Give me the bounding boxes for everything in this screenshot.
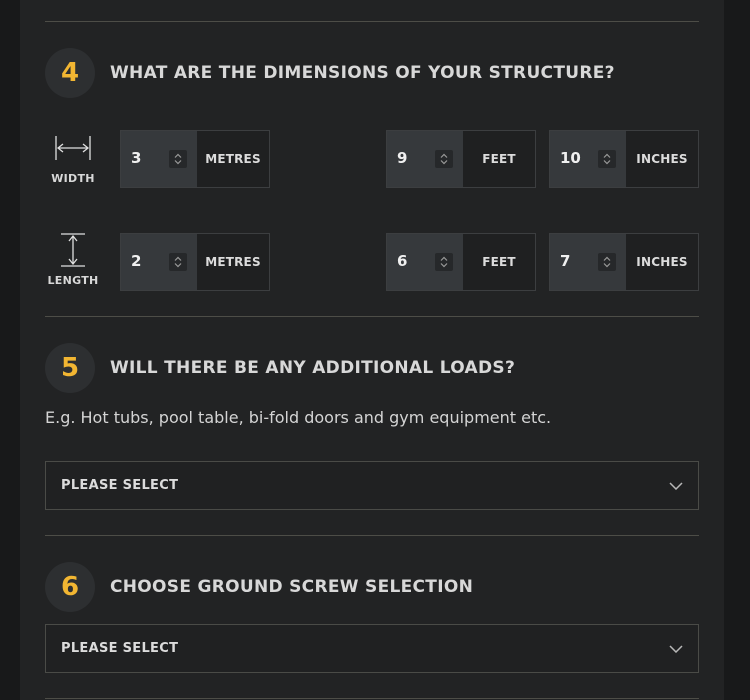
length-feet-unit: FEET: [463, 234, 535, 290]
length-metres-input[interactable]: 2: [121, 234, 197, 290]
spinner-icon[interactable]: [169, 150, 187, 168]
length-feet-value: 6: [397, 252, 408, 270]
vertical-arrow-icon: [61, 233, 85, 267]
length-metres-unit: METRES: [197, 234, 269, 290]
width-feet-input[interactable]: 9: [387, 131, 463, 187]
width-inches-input[interactable]: 10: [550, 131, 626, 187]
length-inches-input[interactable]: 7: [550, 234, 626, 290]
width-feet-value: 9: [397, 149, 408, 167]
divider: [45, 535, 699, 536]
length-metres-group: 2 METRES: [120, 233, 270, 291]
width-inches-value: 10: [560, 149, 581, 167]
length-inches-unit: INCHES: [626, 234, 698, 290]
step-number: 4: [45, 48, 95, 98]
width-feet-unit: FEET: [463, 131, 535, 187]
divider: [45, 21, 699, 22]
width-label: WIDTH: [51, 172, 95, 185]
spinner-icon[interactable]: [598, 253, 616, 271]
chevron-down-icon: [669, 644, 683, 653]
spinner-icon[interactable]: [598, 150, 616, 168]
horizontal-arrow-icon: [55, 136, 91, 160]
ground-screw-select-value: PLEASE SELECT: [61, 641, 179, 656]
width-inches-unit: INCHES: [626, 131, 698, 187]
width-feet-group: 9 FEET: [386, 130, 536, 188]
length-inches-group: 7 INCHES: [549, 233, 699, 291]
loads-select-value: PLEASE SELECT: [61, 478, 179, 493]
step-loads-header: 5 WILL THERE BE ANY ADDITIONAL LOADS?: [45, 343, 515, 393]
divider: [45, 316, 699, 317]
chevron-down-icon: [669, 481, 683, 490]
width-metres-value: 3: [131, 149, 142, 167]
ground-screw-select[interactable]: PLEASE SELECT: [45, 624, 699, 673]
loads-hint: E.g. Hot tubs, pool table, bi-fold doors…: [45, 408, 552, 427]
step-number: 6: [45, 562, 95, 612]
step-title: CHOOSE GROUND SCREW SELECTION: [110, 577, 474, 597]
width-indicator: WIDTH: [43, 134, 103, 185]
step-title: WILL THERE BE ANY ADDITIONAL LOADS?: [110, 358, 516, 378]
length-feet-input[interactable]: 6: [387, 234, 463, 290]
length-inches-value: 7: [560, 252, 571, 270]
divider: [45, 698, 699, 699]
step-dimensions-header: 4 WHAT ARE THE DIMENSIONS OF YOUR STRUCT…: [45, 48, 615, 98]
spinner-icon[interactable]: [435, 253, 453, 271]
step-title: WHAT ARE THE DIMENSIONS OF YOUR STRUCTUR…: [110, 63, 615, 83]
width-metres-group: 3 METRES: [120, 130, 270, 188]
width-inches-group: 10 INCHES: [549, 130, 699, 188]
width-metres-input[interactable]: 3: [121, 131, 197, 187]
length-metres-value: 2: [131, 252, 142, 270]
step-number: 5: [45, 343, 95, 393]
length-feet-group: 6 FEET: [386, 233, 536, 291]
spinner-icon[interactable]: [169, 253, 187, 271]
spinner-icon[interactable]: [435, 150, 453, 168]
width-metres-unit: METRES: [197, 131, 269, 187]
length-indicator: LENGTH: [43, 232, 103, 287]
loads-select[interactable]: PLEASE SELECT: [45, 461, 699, 510]
length-label: LENGTH: [47, 274, 99, 287]
step-screws-header: 6 CHOOSE GROUND SCREW SELECTION: [45, 562, 473, 612]
